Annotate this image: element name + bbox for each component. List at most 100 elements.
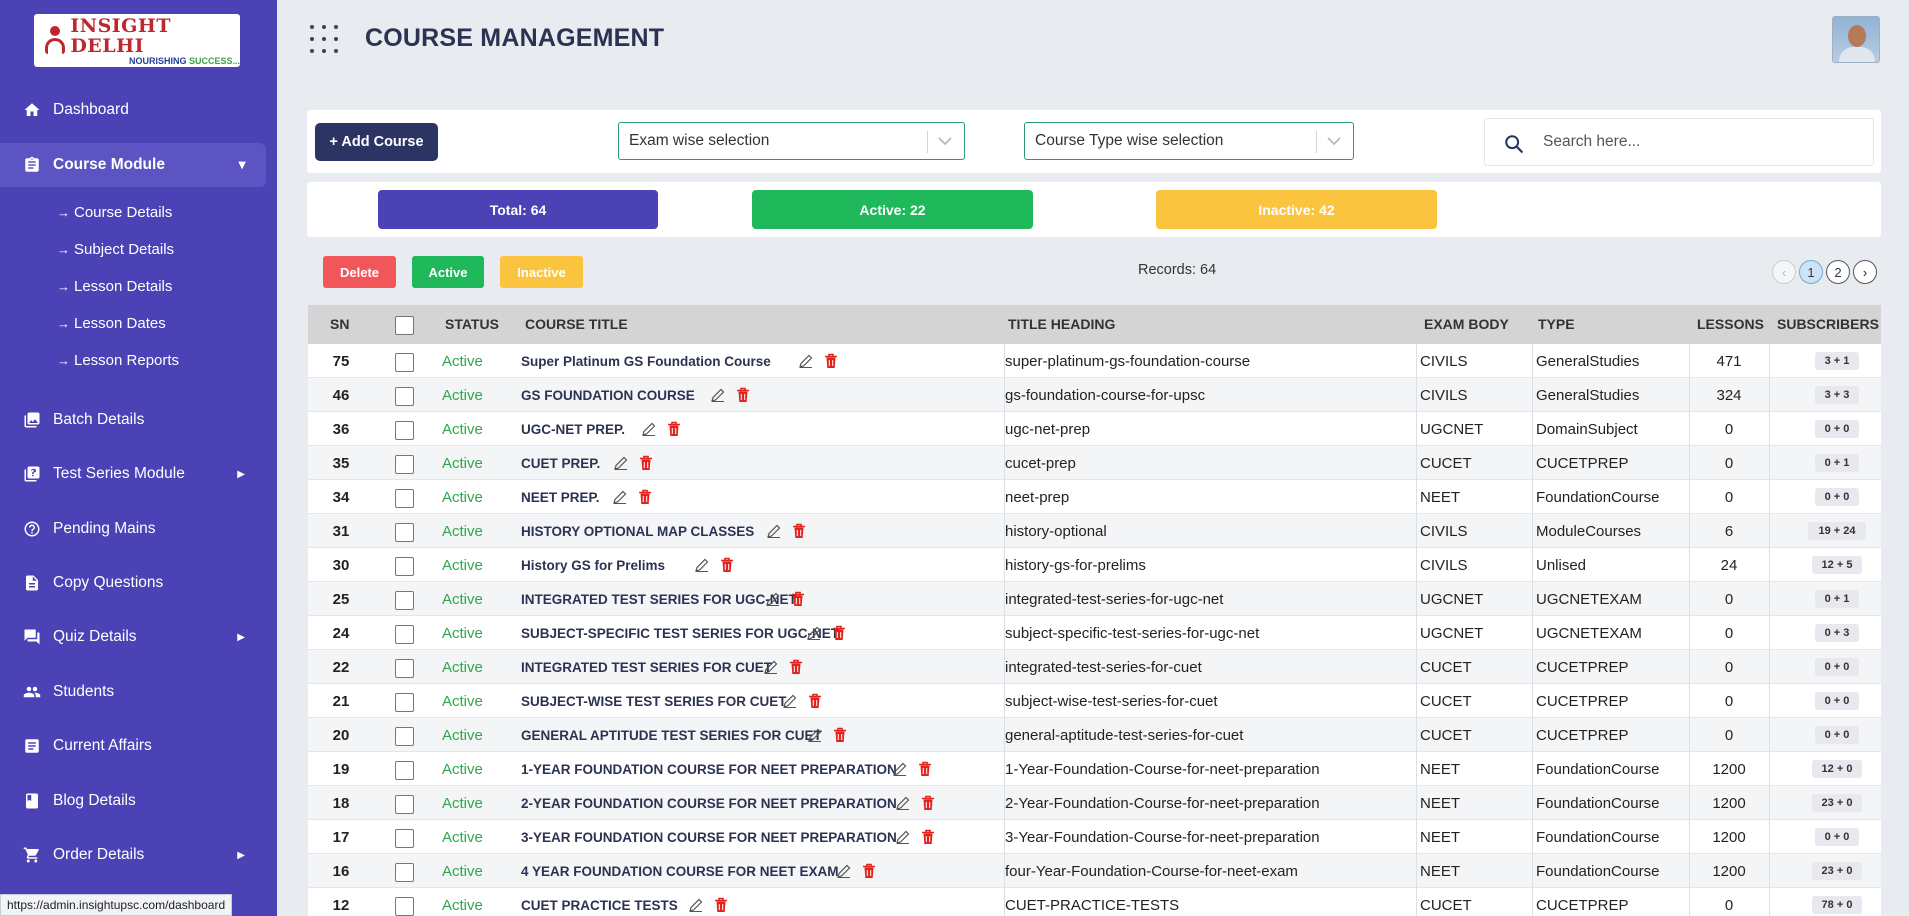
inactive-button[interactable]: Inactive: [500, 256, 583, 288]
delete-icon[interactable]: [792, 523, 806, 539]
status-cell[interactable]: Active: [442, 650, 483, 684]
status-cell[interactable]: Active: [442, 480, 483, 514]
delete-icon[interactable]: [921, 795, 935, 811]
sidebar-item-students[interactable]: Students: [0, 670, 277, 714]
row-checkbox[interactable]: [395, 659, 414, 678]
edit-icon[interactable]: [765, 591, 781, 607]
delete-button[interactable]: Delete: [323, 256, 396, 288]
select-all-checkbox[interactable]: [395, 316, 414, 335]
status-cell[interactable]: Active: [442, 888, 483, 916]
sidebar-item-pending-mains[interactable]: Pending Mains: [0, 507, 277, 551]
status-cell[interactable]: Active: [442, 616, 483, 650]
delete-icon[interactable]: [862, 863, 876, 879]
sidebar-subitem-lesson-reports[interactable]: → Lesson Reports: [57, 345, 179, 375]
edit-icon[interactable]: [694, 557, 710, 573]
sidebar-item-quiz-details[interactable]: Quiz Details ▶: [0, 615, 277, 659]
edit-icon[interactable]: [806, 625, 822, 641]
edit-icon[interactable]: [782, 693, 798, 709]
edit-icon[interactable]: [763, 659, 779, 675]
status-cell[interactable]: Active: [442, 582, 483, 616]
row-checkbox[interactable]: [395, 829, 414, 848]
apps-grid-icon[interactable]: [310, 25, 340, 55]
edit-icon[interactable]: [641, 421, 657, 437]
row-checkbox[interactable]: [395, 557, 414, 576]
status-cell[interactable]: Active: [442, 446, 483, 480]
edit-icon[interactable]: [710, 387, 726, 403]
status-cell[interactable]: Active: [442, 752, 483, 786]
row-checkbox[interactable]: [395, 523, 414, 542]
delete-icon[interactable]: [832, 625, 846, 641]
row-checkbox[interactable]: [395, 591, 414, 610]
status-cell[interactable]: Active: [442, 820, 483, 854]
avatar[interactable]: [1832, 16, 1880, 63]
search-input[interactable]: [1543, 127, 1853, 157]
delete-icon[interactable]: [639, 455, 653, 471]
delete-icon[interactable]: [667, 421, 681, 437]
active-stat[interactable]: Active: 22: [752, 190, 1033, 229]
sidebar-item-batch-details[interactable]: Batch Details: [0, 398, 277, 442]
sidebar-subitem-lesson-details[interactable]: → Lesson Details: [57, 271, 172, 301]
edit-icon[interactable]: [895, 829, 911, 845]
delete-icon[interactable]: [791, 591, 805, 607]
sidebar-item-current-affairs[interactable]: Current Affairs: [0, 724, 277, 768]
status-cell[interactable]: Active: [442, 344, 483, 378]
row-checkbox[interactable]: [395, 897, 414, 916]
row-checkbox[interactable]: [395, 353, 414, 372]
delete-icon[interactable]: [714, 897, 728, 913]
edit-icon[interactable]: [766, 523, 782, 539]
row-checkbox[interactable]: [395, 421, 414, 440]
active-button[interactable]: Active: [412, 256, 484, 288]
edit-icon[interactable]: [798, 353, 814, 369]
row-checkbox[interactable]: [395, 727, 414, 746]
sidebar-item-copy-questions[interactable]: Copy Questions: [0, 561, 277, 605]
exam-select[interactable]: Exam wise selection: [618, 122, 965, 160]
next-page-button[interactable]: ›: [1853, 260, 1877, 284]
brand-logo[interactable]: INSIGHT DELHI NOURISHING SUCCESS...: [34, 14, 240, 67]
edit-icon[interactable]: [612, 489, 628, 505]
sidebar-item-blog-details[interactable]: Blog Details: [0, 779, 277, 823]
sidebar-item-order-details[interactable]: Order Details ▶: [0, 833, 277, 877]
edit-icon[interactable]: [807, 727, 823, 743]
total-stat[interactable]: Total: 64: [378, 190, 658, 229]
edit-icon[interactable]: [892, 761, 908, 777]
delete-icon[interactable]: [808, 693, 822, 709]
edit-icon[interactable]: [895, 795, 911, 811]
delete-icon[interactable]: [833, 727, 847, 743]
row-checkbox[interactable]: [395, 795, 414, 814]
status-cell[interactable]: Active: [442, 786, 483, 820]
status-cell[interactable]: Active: [442, 684, 483, 718]
row-checkbox[interactable]: [395, 455, 414, 474]
delete-icon[interactable]: [736, 387, 750, 403]
sidebar-subitem-lesson-dates[interactable]: → Lesson Dates: [57, 308, 166, 338]
sidebar-item-test-series-module[interactable]: Test Series Module ▶: [0, 452, 277, 496]
row-checkbox[interactable]: [395, 761, 414, 780]
row-checkbox[interactable]: [395, 489, 414, 508]
row-checkbox[interactable]: [395, 625, 414, 644]
delete-icon[interactable]: [638, 489, 652, 505]
status-cell[interactable]: Active: [442, 718, 483, 752]
inactive-stat[interactable]: Inactive: 42: [1156, 190, 1437, 229]
edit-icon[interactable]: [688, 897, 704, 913]
prev-page-button[interactable]: ‹: [1772, 260, 1796, 284]
page-2-button[interactable]: 2: [1826, 260, 1850, 284]
add-course-button[interactable]: + Add Course: [315, 123, 438, 161]
delete-icon[interactable]: [918, 761, 932, 777]
status-cell[interactable]: Active: [442, 412, 483, 446]
delete-icon[interactable]: [720, 557, 734, 573]
sidebar-item-course-module[interactable]: Course Module ▼: [0, 143, 266, 187]
status-cell[interactable]: Active: [442, 514, 483, 548]
status-cell[interactable]: Active: [442, 378, 483, 412]
sidebar-subitem-course-details[interactable]: → Course Details: [57, 197, 172, 227]
delete-icon[interactable]: [824, 353, 838, 369]
row-checkbox[interactable]: [395, 387, 414, 406]
edit-icon[interactable]: [836, 863, 852, 879]
sidebar-subitem-subject-details[interactable]: → Subject Details: [57, 234, 174, 264]
row-checkbox[interactable]: [395, 693, 414, 712]
course-type-select[interactable]: Course Type wise selection: [1024, 122, 1354, 160]
delete-icon[interactable]: [789, 659, 803, 675]
sidebar-item-dashboard[interactable]: Dashboard: [0, 88, 277, 132]
status-cell[interactable]: Active: [442, 548, 483, 582]
page-1-button[interactable]: 1: [1799, 260, 1823, 284]
row-checkbox[interactable]: [395, 863, 414, 882]
delete-icon[interactable]: [921, 829, 935, 845]
